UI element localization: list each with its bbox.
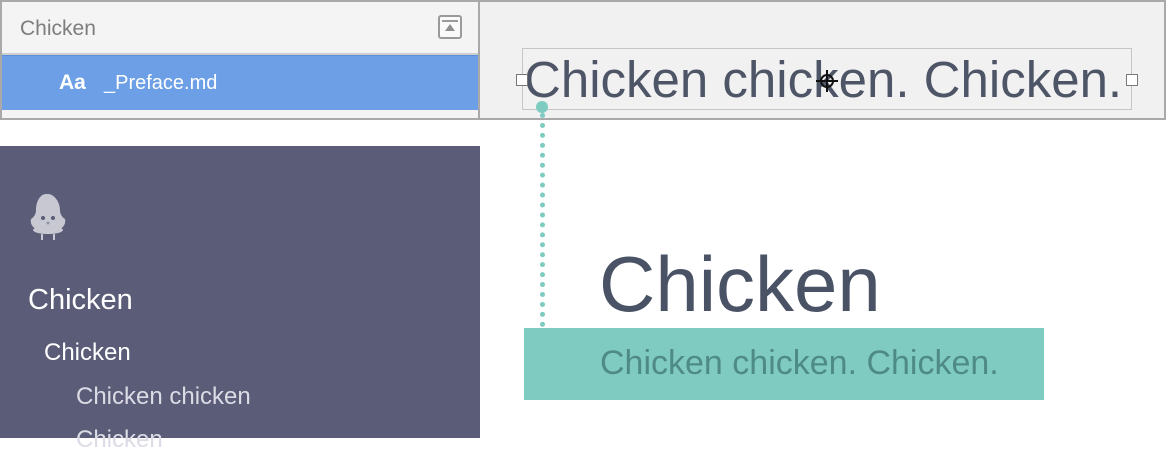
font-file-icon: Aa xyxy=(59,71,86,94)
file-list-spacer xyxy=(2,110,478,118)
sidebar-subtitle[interactable]: Chicken xyxy=(44,339,131,367)
file-panel-header: Chicken xyxy=(2,2,478,55)
collapse-panel-icon[interactable] xyxy=(438,15,462,39)
file-panel-title: Chicken xyxy=(20,17,96,40)
connector-anchor xyxy=(536,101,548,113)
sidebar-item[interactable]: Chicken xyxy=(76,426,163,454)
chick-logo-icon xyxy=(30,194,66,240)
file-name: _Preface.md xyxy=(104,72,218,94)
file-panel: Chicken Aa _Preface.md xyxy=(2,2,480,118)
crosshair-icon xyxy=(816,70,838,92)
right-resize-handle[interactable] xyxy=(1126,74,1138,86)
left-resize-handle[interactable] xyxy=(516,74,528,86)
editor-toolbar: Chicken Aa _Preface.md Chicken chicken. … xyxy=(0,0,1166,120)
sidebar-title[interactable]: Chicken xyxy=(28,284,133,317)
sidebar-preview: Chicken Chicken Chicken chicken Chicken xyxy=(0,146,480,453)
text-preview-area: Chicken chicken. Chicken. xyxy=(480,2,1164,118)
main-heading: Chicken xyxy=(599,240,881,328)
sidebar-item[interactable]: Chicken chicken xyxy=(76,383,251,411)
file-list-item[interactable]: Aa _Preface.md xyxy=(2,55,478,111)
connector-line xyxy=(540,113,545,337)
highlighted-text: Chicken chicken. Chicken. xyxy=(600,344,999,382)
